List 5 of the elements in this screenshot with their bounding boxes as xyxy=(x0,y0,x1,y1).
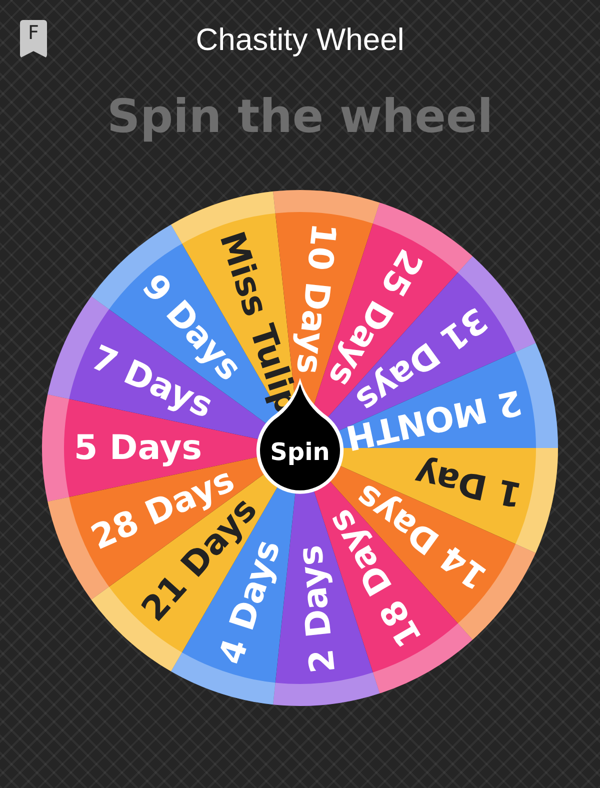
app-title: Chastity Wheel xyxy=(196,22,404,58)
segment-label: 5 Days xyxy=(74,428,202,468)
heading: Spin the wheel xyxy=(107,88,493,144)
bookmark-icon[interactable]: F xyxy=(20,20,47,58)
segment-label: 2 Days xyxy=(290,543,344,675)
